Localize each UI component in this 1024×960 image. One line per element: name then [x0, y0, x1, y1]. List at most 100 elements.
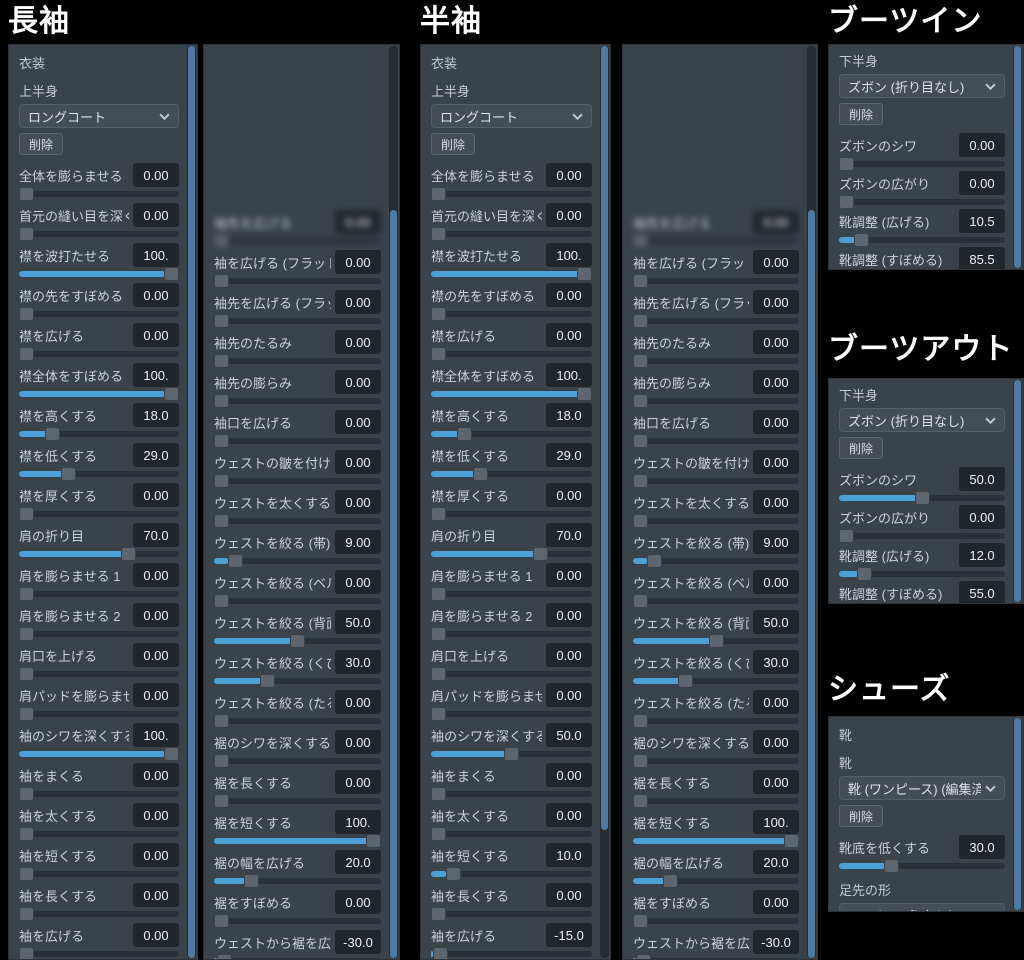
slider[interactable]	[214, 435, 381, 447]
slider[interactable]	[431, 748, 592, 760]
slider-thumb[interactable]	[214, 274, 229, 288]
slider[interactable]	[431, 348, 592, 360]
slider-thumb[interactable]	[839, 195, 854, 209]
slider-track[interactable]	[633, 478, 799, 484]
slider[interactable]	[633, 915, 799, 927]
slider-thumb[interactable]	[19, 227, 34, 241]
slider[interactable]	[839, 568, 1005, 580]
slider-thumb[interactable]	[678, 674, 693, 688]
slider[interactable]	[19, 468, 179, 480]
slider-thumb[interactable]	[884, 859, 899, 873]
slider-value-input[interactable]: 0.00	[546, 283, 592, 307]
slider[interactable]	[839, 530, 1005, 542]
slider[interactable]	[431, 388, 592, 400]
slider-value-input[interactable]: 0.00	[133, 803, 179, 827]
slider-value-input[interactable]: 12.0	[959, 543, 1005, 567]
slider-track[interactable]	[633, 558, 799, 564]
slider-track[interactable]	[431, 431, 592, 437]
slider-track[interactable]	[633, 318, 799, 324]
slider-value-input[interactable]: 0.00	[133, 843, 179, 867]
slider-thumb[interactable]	[228, 554, 243, 568]
slider-thumb[interactable]	[633, 354, 648, 368]
slider-value-input[interactable]: 0.00	[335, 210, 381, 234]
slider-thumb[interactable]	[290, 634, 305, 648]
slider-thumb[interactable]	[19, 587, 34, 601]
slider[interactable]	[214, 875, 381, 887]
slider-value-input[interactable]: 0.00	[546, 643, 592, 667]
slider[interactable]	[633, 235, 799, 247]
slider[interactable]	[633, 875, 799, 887]
slider-value-input[interactable]: 0.00	[753, 250, 799, 274]
slider[interactable]	[431, 468, 592, 480]
slider-value-input[interactable]: 0.00	[133, 683, 179, 707]
slider-thumb[interactable]	[214, 914, 229, 928]
slider-thumb[interactable]	[214, 394, 229, 408]
slider-track[interactable]	[633, 398, 799, 404]
slider-track[interactable]	[214, 398, 381, 404]
slider-value-input[interactable]: 0.00	[753, 890, 799, 914]
slider-value-input[interactable]: 50.0	[959, 467, 1005, 491]
slider-thumb[interactable]	[19, 667, 34, 681]
slider-value-input[interactable]: 70.0	[133, 523, 179, 547]
slider-thumb[interactable]	[19, 187, 34, 201]
slider-value-input[interactable]: 0.00	[753, 210, 799, 234]
slider-value-input[interactable]: 0.00	[133, 483, 179, 507]
slider-track[interactable]	[633, 638, 799, 644]
slider[interactable]	[633, 435, 799, 447]
slider-thumb[interactable]	[633, 474, 648, 488]
slider-track[interactable]	[633, 838, 799, 844]
slider-value-input[interactable]: 0.00	[133, 203, 179, 227]
slider[interactable]	[214, 595, 381, 607]
slider-value-input[interactable]: 0.00	[753, 690, 799, 714]
slider[interactable]	[633, 315, 799, 327]
slider-value-input[interactable]: 0.00	[546, 563, 592, 587]
slider[interactable]	[214, 675, 381, 687]
slider-thumb[interactable]	[214, 514, 229, 528]
slider[interactable]	[19, 188, 179, 200]
slider-thumb[interactable]	[431, 827, 446, 841]
slider-value-input[interactable]: 0.00	[133, 563, 179, 587]
slider-thumb[interactable]	[633, 394, 648, 408]
slider-thumb[interactable]	[431, 787, 446, 801]
slider[interactable]	[431, 548, 592, 560]
slider-thumb[interactable]	[663, 874, 678, 888]
slider-track[interactable]	[633, 518, 799, 524]
slider[interactable]	[431, 908, 592, 920]
slider-track[interactable]	[19, 831, 179, 837]
slider-value-input[interactable]: 0.00	[753, 330, 799, 354]
slider[interactable]	[633, 275, 799, 287]
slider[interactable]	[633, 595, 799, 607]
slider[interactable]	[19, 948, 179, 960]
slider-track[interactable]	[214, 478, 381, 484]
slider-track[interactable]	[214, 918, 381, 924]
slider-track[interactable]	[214, 438, 381, 444]
slider-track[interactable]	[633, 358, 799, 364]
slider-value-input[interactable]: 0.00	[753, 570, 799, 594]
slider-track[interactable]	[633, 438, 799, 444]
slider-thumb[interactable]	[19, 507, 34, 521]
slider-value-input[interactable]: 0.00	[753, 450, 799, 474]
slider-value-input[interactable]: 0.00	[133, 923, 179, 947]
slider-track[interactable]	[214, 238, 381, 244]
slider-track[interactable]	[839, 237, 1005, 243]
slider[interactable]	[19, 708, 179, 720]
slider-thumb[interactable]	[633, 314, 648, 328]
slider-track[interactable]	[19, 511, 179, 517]
slider-value-input[interactable]: 0.00	[546, 803, 592, 827]
slider-track[interactable]	[19, 271, 179, 277]
slider-track[interactable]	[214, 638, 381, 644]
slider-thumb[interactable]	[260, 674, 275, 688]
slider-track[interactable]	[19, 311, 179, 317]
slider[interactable]	[214, 515, 381, 527]
slider-value-input[interactable]: 9.00	[753, 530, 799, 554]
slider-value-input[interactable]: 70.0	[546, 523, 592, 547]
slider[interactable]	[431, 588, 592, 600]
slider-value-input[interactable]: 55.0	[959, 581, 1005, 604]
slider-track[interactable]	[431, 631, 592, 637]
slider-track[interactable]	[19, 671, 179, 677]
slider-track[interactable]	[633, 758, 799, 764]
scrollbar[interactable]	[389, 46, 398, 958]
slider-thumb[interactable]	[633, 794, 648, 808]
slider-track[interactable]	[633, 718, 799, 724]
slider-track[interactable]	[19, 871, 179, 877]
